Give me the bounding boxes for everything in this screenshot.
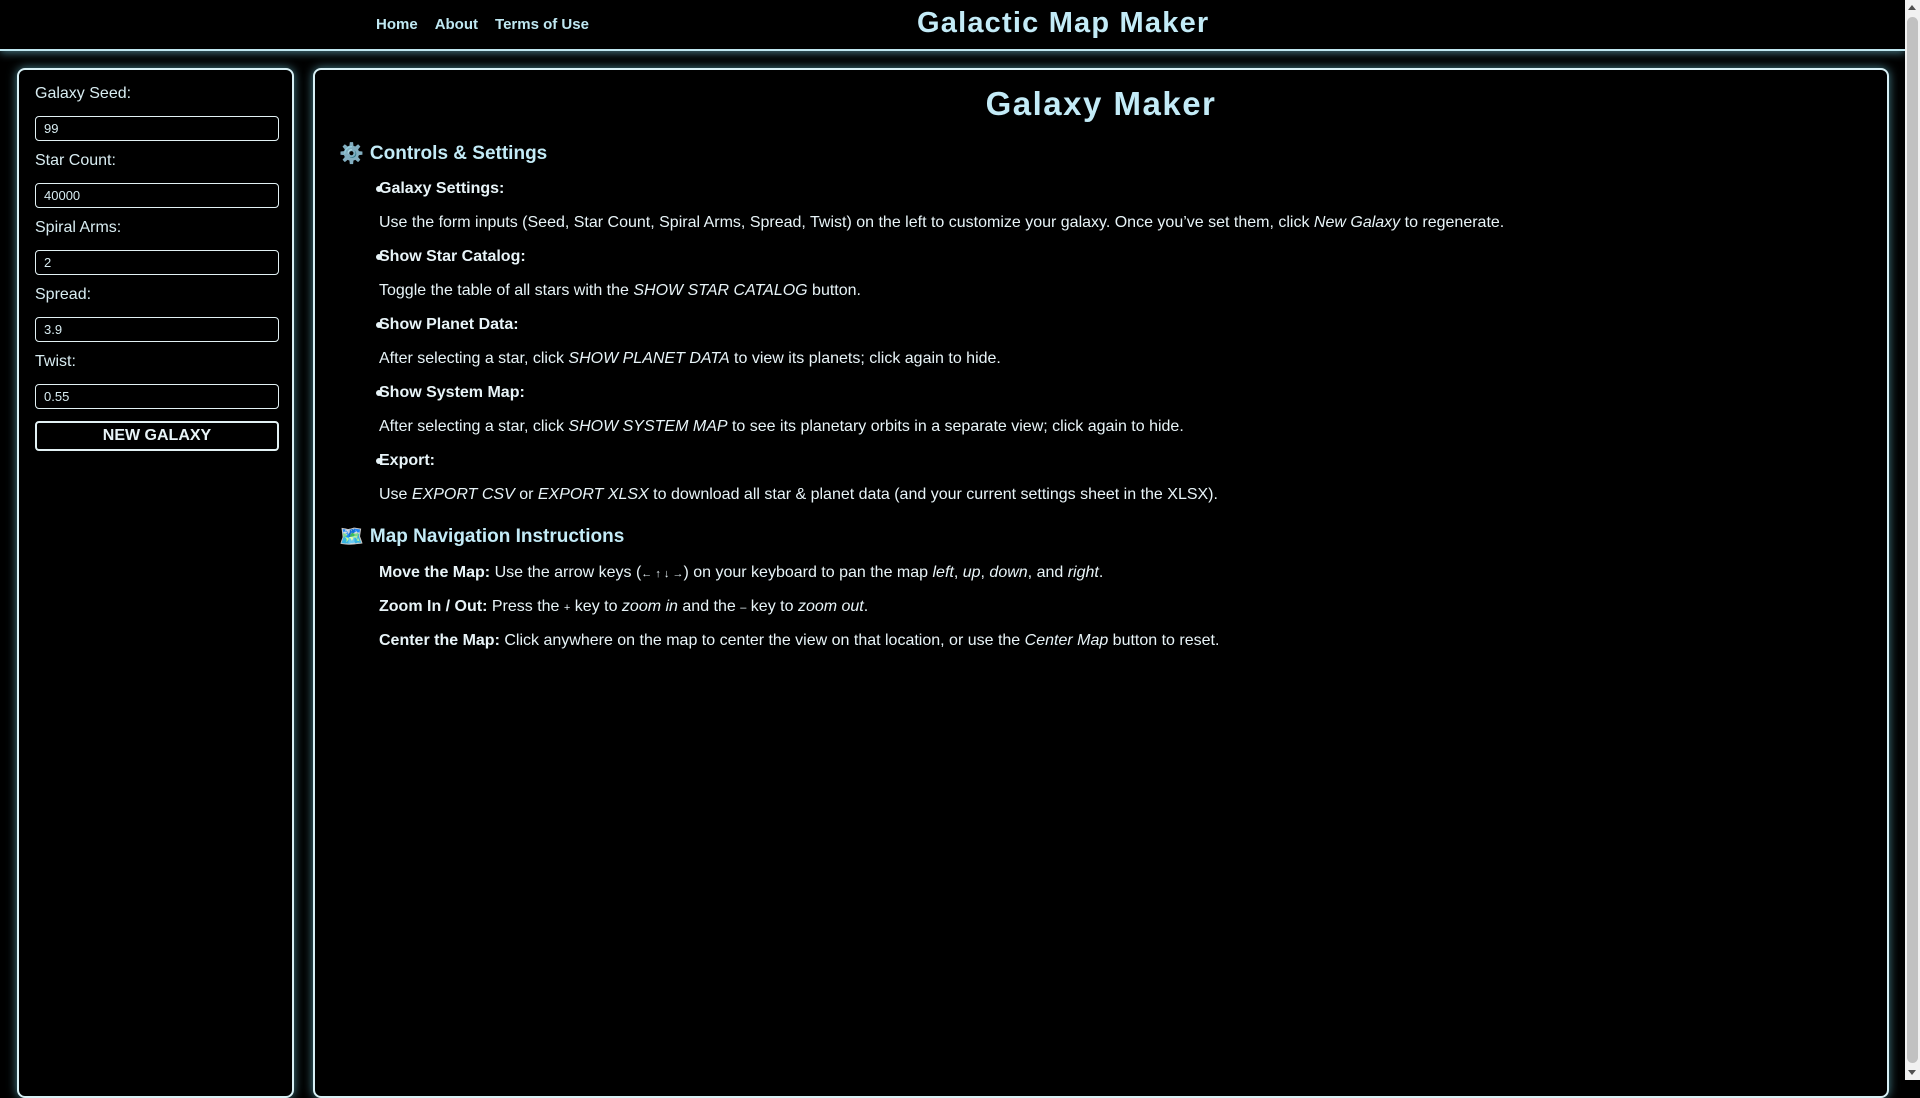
galaxy-settings-title: Galaxy Settings:	[379, 180, 505, 197]
twist-label: Twist:	[35, 353, 76, 370]
main-nav: Home About Terms of Use	[376, 16, 589, 33]
page-title: Galaxy Maker	[985, 85, 1217, 122]
twist-input[interactable]	[35, 384, 279, 409]
gear-icon: ⚙️	[339, 143, 364, 165]
controls-heading-text: Controls & Settings	[369, 142, 548, 164]
navigation-heading-text: Map Navigation Instructions	[369, 525, 625, 547]
export-desc: Use EXPORT CSV or EXPORT XLSX to downloa…	[379, 486, 1218, 503]
planet-data-title: Show Planet Data:	[379, 316, 519, 333]
seed-input[interactable]	[35, 116, 279, 141]
scroll-thumb[interactable]	[1907, 17, 1918, 1063]
export-title: Export:	[379, 452, 435, 469]
system-map-title: Show System Map:	[379, 384, 525, 401]
spiral-arms-input[interactable]	[35, 250, 279, 275]
spread-input[interactable]	[35, 317, 279, 342]
system-map-desc: After selecting a star, click SHOW SYSTE…	[379, 418, 1184, 435]
scroll-up-icon[interactable]	[1908, 5, 1916, 10]
nav-home-link[interactable]: Home	[376, 16, 418, 33]
new-galaxy-button[interactable]: NEW GALAXY	[35, 421, 279, 451]
nav-about-link[interactable]: About	[435, 16, 478, 33]
star-catalog-title: Show Star Catalog:	[379, 248, 526, 265]
navigation-heading: 🗺️ Map Navigation Instructions	[339, 524, 624, 549]
arrow-keys: ← ↑ ↓ →	[641, 568, 684, 580]
spiral-arms-label: Spiral Arms:	[35, 219, 122, 236]
map-icon: 🗺️	[339, 526, 364, 548]
scroll-down-icon[interactable]	[1908, 1070, 1916, 1075]
galaxy-settings-desc: Use the form inputs (Seed, Star Count, S…	[379, 214, 1505, 231]
zoom-instruction: Zoom In / Out: Press the + key to zoom i…	[379, 598, 869, 615]
center-map-instruction: Center the Map: Click anywhere on the ma…	[379, 632, 1220, 649]
nav-terms-link[interactable]: Terms of Use	[495, 16, 589, 33]
top-bar: Home About Terms of Use Galactic Map Mak…	[0, 0, 1905, 51]
star-count-input[interactable]	[35, 183, 279, 208]
move-map-instruction: Move the Map: Use the arrow keys (← ↑ ↓ …	[379, 564, 1104, 581]
star-catalog-desc: Toggle the table of all stars with the S…	[379, 282, 861, 299]
star-count-label: Star Count:	[35, 152, 116, 169]
controls-heading: ⚙️ Controls & Settings	[339, 141, 547, 166]
page-scrollbar[interactable]	[1905, 0, 1920, 1080]
settings-sidebar: Galaxy Seed: Star Count: Spiral Arms: Sp…	[17, 68, 294, 1098]
spread-label: Spread:	[35, 286, 92, 303]
seed-label: Galaxy Seed:	[35, 85, 132, 102]
planet-data-desc: After selecting a star, click SHOW PLANE…	[379, 350, 1001, 367]
main-panel: Galaxy Maker ⚙️ Controls & Settings Gala…	[313, 68, 1889, 1098]
site-title: Galactic Map Maker	[917, 7, 1210, 39]
